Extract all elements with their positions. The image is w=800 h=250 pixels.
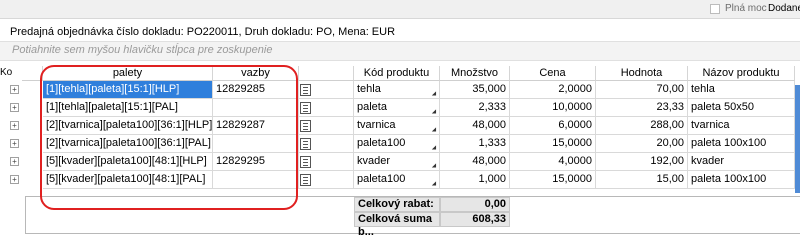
cell-kod[interactable]: paleta100	[354, 171, 440, 189]
expand-icon[interactable]: +	[10, 157, 19, 166]
column-header-cena[interactable]: Cena	[510, 66, 596, 81]
cell-cena[interactable]: 15,0000	[510, 171, 596, 189]
document-icon[interactable]	[300, 102, 311, 114]
cell-nazov[interactable]: kvader	[688, 153, 795, 171]
total-discount-label: Celkový rabat:	[354, 197, 440, 212]
column-header-mnozstvo[interactable]: Množstvo	[440, 66, 510, 81]
column-header-hodnota[interactable]: Hodnota	[596, 66, 688, 81]
document-icon[interactable]	[300, 138, 311, 150]
cell-hodnota[interactable]: 192,00	[596, 153, 688, 171]
cell-kod-text: kvader	[357, 155, 391, 167]
cell-mnozstvo[interactable]: 48,000	[440, 153, 510, 171]
dropdown-icon[interactable]	[431, 127, 439, 134]
cell-kod[interactable]: paleta	[354, 99, 440, 117]
cell-mnozstvo[interactable]: 1,333	[440, 135, 510, 153]
power-of-attorney-label: Plná moc	[725, 3, 767, 14]
cell-kod[interactable]: kvader	[354, 153, 440, 171]
expand-icon[interactable]: +	[10, 175, 19, 184]
document-icon[interactable]	[300, 156, 311, 168]
cell-nazov[interactable]: paleta 100x100	[688, 135, 795, 153]
dropdown-icon[interactable]	[431, 145, 439, 152]
cell-kod[interactable]: paleta100	[354, 135, 440, 153]
cell-kod-text: paleta100	[357, 173, 406, 185]
selection-indicator	[795, 85, 800, 193]
cell-hodnota[interactable]: 23,33	[596, 99, 688, 117]
dropdown-icon[interactable]	[431, 91, 439, 98]
power-of-attorney-checkbox[interactable]	[710, 4, 720, 14]
cell-kod[interactable]: tehla	[354, 81, 440, 99]
expand-icon[interactable]: +	[10, 103, 19, 112]
cell-hodnota[interactable]: 20,00	[596, 135, 688, 153]
group-by-area[interactable]: Potiahnite sem myšou hlavičku stĺpca pre…	[0, 41, 800, 61]
cell-cena[interactable]: 10,0000	[510, 99, 596, 117]
dropdown-icon[interactable]	[431, 181, 439, 188]
cell-kod-text: paleta100	[357, 137, 406, 149]
cell-hodnota[interactable]: 70,00	[596, 81, 688, 99]
cell-cena[interactable]: 6,0000	[510, 117, 596, 135]
expand-icon[interactable]: +	[10, 85, 19, 94]
total-discount-value: 0,00	[440, 197, 510, 212]
document-icon[interactable]	[300, 174, 311, 186]
document-icon[interactable]	[300, 120, 311, 132]
cell-cena[interactable]: 4,0000	[510, 153, 596, 171]
expand-icon[interactable]: +	[10, 139, 19, 148]
cell-hodnota[interactable]: 15,00	[596, 171, 688, 189]
column-header-nazov[interactable]: Názov produktu	[688, 66, 795, 81]
total-sum-value: 608,33	[440, 212, 510, 227]
cell-mnozstvo[interactable]: 1,000	[440, 171, 510, 189]
cell-cena[interactable]: 2,0000	[510, 81, 596, 99]
cell-cena[interactable]: 15,0000	[510, 135, 596, 153]
cell-mnozstvo[interactable]: 2,333	[440, 99, 510, 117]
cell-nazov[interactable]: tehla	[688, 81, 795, 99]
dropdown-icon[interactable]	[431, 109, 439, 116]
delivered-label: Dodane	[768, 3, 800, 14]
column-header-icon[interactable]	[299, 66, 354, 81]
column-header-kod[interactable]: Kód produktu	[354, 66, 440, 81]
top-bar: Plná moc Dodane	[0, 0, 800, 18]
cell-kod-text: tvarnica	[357, 119, 396, 131]
cell-hodnota[interactable]: 288,00	[596, 117, 688, 135]
total-sum-label: Celková suma b...	[354, 212, 440, 238]
document-icon[interactable]	[300, 84, 311, 96]
group-by-hint: Potiahnite sem myšou hlavičku stĺpca pre…	[12, 44, 273, 56]
red-highlight-annotation	[40, 65, 298, 210]
cell-mnozstvo[interactable]: 48,000	[440, 117, 510, 135]
cell-mnozstvo[interactable]: 35,000	[440, 81, 510, 99]
cell-nazov[interactable]: tvarnica	[688, 117, 795, 135]
cell-kod-text: tehla	[357, 83, 381, 95]
document-info: Predajná objednávka číslo dokladu: PO220…	[10, 26, 396, 38]
cell-kod[interactable]: tvarnica	[354, 117, 440, 135]
dropdown-icon[interactable]	[431, 163, 439, 170]
cell-kod-text: paleta	[357, 101, 387, 113]
left-column-stub: Ko	[0, 67, 13, 78]
expand-icon[interactable]: +	[10, 121, 19, 130]
cell-nazov[interactable]: paleta 50x50	[688, 99, 795, 117]
cell-nazov[interactable]: paleta 100x100	[688, 171, 795, 189]
